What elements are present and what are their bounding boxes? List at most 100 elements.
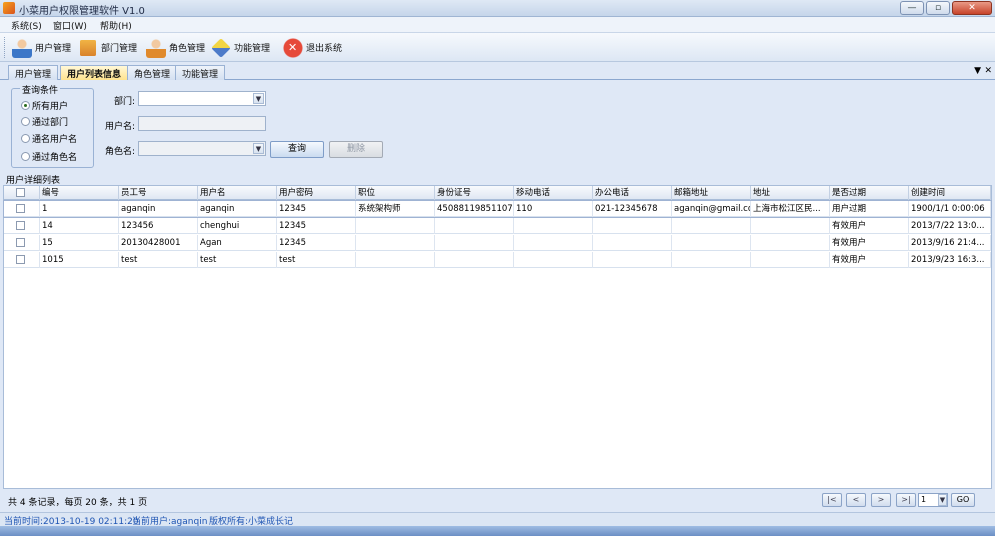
column-header[interactable]: 编号 [40,186,119,200]
pager: 共 4 条记录，每页 20 条，共 1 页 |< < > >| 1 ▼ GO [0,490,995,512]
department-select[interactable]: ▼ [138,91,266,106]
minimize-button[interactable]: — [900,1,924,15]
status-bar: 当前时间:2013-10-19 02:11:20 当前用户:aganqin 版权… [0,512,995,527]
toolbar-department-management-button[interactable]: 部门管理 [78,36,137,59]
column-header[interactable]: 用户密码 [277,186,356,200]
next-page-button[interactable]: > [871,493,891,507]
first-page-button[interactable]: |< [822,493,842,507]
go-button[interactable]: GO [951,493,975,507]
table-cell: aganqin@gmail.com [672,201,751,217]
table-cell: 1015 [40,252,119,268]
table-row[interactable]: 15 20130428001 Agan 12345 有效用户 2013/9/16… [4,235,991,251]
close-button[interactable]: ✕ [952,1,992,15]
table-row[interactable]: 1 aganqin aganqin 12345 系统架构师 4508811985… [3,200,992,218]
toolbar-label: 退出系统 [306,44,343,54]
table-cell [751,252,830,268]
exit-icon [283,37,303,58]
table-cell [751,235,830,251]
user-table[interactable]: 编号 员工号 用户名 用户密码 职位 身份证号 移动电话 办公电话 邮箱地址 地… [3,185,992,489]
row-select-cell[interactable] [4,252,40,268]
toolbar-label: 角色管理 [169,44,206,54]
row-select-cell[interactable] [4,218,40,234]
role-select[interactable]: ▼ [138,141,266,156]
chevron-down-icon[interactable]: ▼ [253,93,264,104]
query-button[interactable]: 查询 [270,141,324,158]
column-header[interactable]: 用户名 [198,186,277,200]
row-checkbox[interactable] [16,204,25,213]
table-cell [593,218,672,234]
column-header[interactable]: 创建时间 [909,186,991,200]
tab-function-management[interactable]: 功能管理 [175,65,226,80]
radio-by-department[interactable]: 通过部门 [21,115,68,128]
menu-window[interactable]: 窗口(W) [53,19,87,32]
tab-user-list-info[interactable]: 用户列表信息 [60,65,129,80]
tab-close-icon[interactable]: ✕ [984,66,992,76]
table-cell: 20130428001 [119,235,198,251]
column-header[interactable]: 身份证号 [435,186,514,200]
table-cell [593,252,672,268]
table-cell [751,218,830,234]
toolbar-exit-button[interactable]: 退出系统 [283,36,342,59]
table-row[interactable]: 1015 test test test 有效用户 2013/9/23 16:3.… [4,252,991,268]
tab-user-management[interactable]: 用户管理 [8,65,59,80]
table-cell: 系统架构师 [356,201,435,217]
maximize-button[interactable]: ▫ [926,1,950,15]
tab-role-management[interactable]: 角色管理 [127,65,178,80]
query-conditions-legend: 查询条件 [20,83,61,96]
radio-all-users[interactable]: 所有用户 [21,99,68,112]
table-cell: aganqin [119,201,198,217]
column-header[interactable]: 办公电话 [593,186,672,200]
chevron-down-icon[interactable]: ▼ [938,494,947,506]
row-checkbox[interactable] [16,221,25,230]
tabs-dropdown-icon[interactable]: ▼ [974,66,981,76]
row-checkbox[interactable] [16,255,25,264]
table-cell: 1900/1/1 0:00:06 [909,201,991,217]
row-checkbox[interactable] [16,238,25,247]
page-number-select[interactable]: 1 ▼ [918,493,948,507]
toolbar-label: 功能管理 [234,44,271,54]
table-cell: 123456 [119,218,198,234]
radio-by-username[interactable]: 通名用户名 [21,132,77,145]
username-label: 用户名: [105,122,136,132]
prev-page-button[interactable]: < [846,493,866,507]
last-page-button[interactable]: >| [896,493,916,507]
delete-button[interactable]: 删除 [329,141,383,158]
row-select-cell[interactable] [4,235,40,251]
radio-label: 通名用户名 [32,135,78,145]
table-cell: 有效用户 [830,252,909,268]
username-input[interactable] [138,116,266,131]
toolbar-function-management-button[interactable]: 功能管理 [211,36,270,59]
toolbar-user-management-button[interactable]: 用户管理 [12,36,71,59]
row-select-cell[interactable] [4,201,40,217]
table-cell: 12345 [277,235,356,251]
table-cell: chenghui [198,218,277,234]
toolbar: 用户管理 部门管理 角色管理 功能管理 退出系统 [0,33,995,62]
table-cell [356,252,435,268]
column-header[interactable]: 职位 [356,186,435,200]
toolbar-role-management-button[interactable]: 角色管理 [146,36,205,59]
column-header[interactable]: 是否过期 [830,186,909,200]
menu-help[interactable]: 帮助(H) [100,19,132,32]
column-header[interactable]: 邮箱地址 [672,186,751,200]
column-header[interactable]: 员工号 [119,186,198,200]
header-select-all[interactable] [4,186,40,200]
table-cell: test [277,252,356,268]
column-header[interactable]: 移动电话 [514,186,593,200]
table-row[interactable]: 14 123456 chenghui 12345 有效用户 2013/7/22 … [4,218,991,234]
table-cell: 45088119851107... [435,201,514,217]
menu-system[interactable]: 系统(S) [11,19,42,32]
chevron-down-icon[interactable]: ▼ [253,143,264,154]
document-tabs: 用户管理 用户列表信息 角色管理 功能管理 ▼ ✕ [0,63,995,80]
radio-by-role[interactable]: 通过角色名 [21,150,77,163]
radio-indicator [21,134,30,143]
radio-label: 通过角色名 [32,153,78,163]
table-cell [514,218,593,234]
select-all-checkbox[interactable] [16,188,25,197]
table-cell [672,252,751,268]
column-header[interactable]: 地址 [751,186,830,200]
radio-indicator [21,117,30,126]
role-icon [146,37,166,58]
toolbar-grip [4,37,6,58]
radio-label: 所有用户 [32,102,69,112]
table-cell: 12345 [277,218,356,234]
